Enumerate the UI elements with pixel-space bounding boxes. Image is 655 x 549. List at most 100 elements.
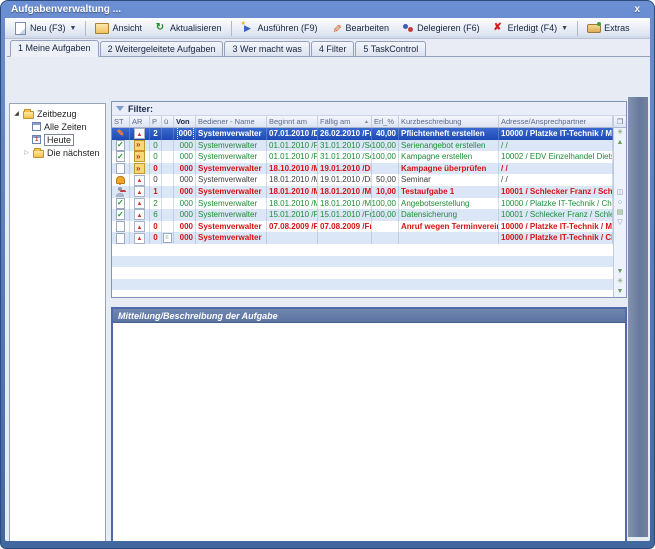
col-header-erl[interactable]: Erl_%	[372, 116, 399, 127]
titlebar[interactable]: Aufgabenverwaltung ... x	[5, 1, 650, 18]
cell-pct	[372, 232, 399, 244]
tab-weitergeleitete-aufgaben[interactable]: 2 Weitergeleitete Aufgaben	[100, 41, 224, 56]
cell-pct: 40,00	[372, 128, 399, 140]
folder-icon	[33, 150, 44, 158]
col-header-u[interactable]: ü	[162, 116, 174, 127]
cell-st	[112, 198, 130, 210]
cell-st	[112, 232, 130, 244]
table-row[interactable]: 1 000 Systemverwalter 18.01.2010 /M 18.0…	[112, 186, 613, 198]
table-body: 2 000 Systemverwalter 07.01.2010 /D 26.0…	[112, 128, 626, 290]
column-chooser-icon[interactable]: ❐	[614, 116, 627, 128]
columns-icon[interactable]: ◫	[617, 188, 624, 198]
cell-name: Systemverwalter	[196, 221, 267, 233]
cell-due: 26.02.2010 /Fr	[318, 128, 372, 140]
table-row[interactable]: 2 000 Systemverwalter 07.01.2010 /D 26.0…	[112, 128, 613, 140]
delegate-button[interactable]: Delegieren (F6)	[395, 20, 485, 37]
scroll-down-icon[interactable]: ▼	[617, 267, 624, 277]
empty-row	[112, 279, 613, 291]
cell-due: 15.01.2010 /Fr	[318, 209, 372, 221]
cell-name: Systemverwalter	[196, 186, 267, 198]
cell-name: Systemverwalter	[196, 209, 267, 221]
empty-row	[112, 244, 613, 256]
message-panel-body[interactable]	[113, 323, 625, 541]
toolbar-separator	[85, 21, 86, 36]
chevron-down-icon[interactable]: ▼	[561, 25, 568, 32]
table-row[interactable]: 0 000 Systemverwalter 01.01.2010 /Fr 31.…	[112, 140, 613, 152]
table-row[interactable]: 0 000 Systemverwalter 10000 / Platzke IT…	[112, 232, 613, 244]
cell-u	[162, 128, 174, 140]
cell-u	[162, 151, 174, 163]
scroll-up-icon[interactable]: ▲	[617, 138, 624, 148]
col-header-adresse[interactable]: Adresse/Ansprechpartner	[499, 116, 613, 127]
table-row[interactable]: 0 000 Systemverwalter 07.08.2009 /Fr 07.…	[112, 221, 613, 233]
cell-pct: 100,00	[372, 140, 399, 152]
filter-row[interactable]: Filter:	[112, 102, 626, 116]
col-header-beginnt[interactable]: Beginnt am	[267, 116, 318, 127]
table-side-strip: ❐ ✳ ▲ ◫ ○ ▤ ▽ ▼ ✳ ▼	[613, 116, 626, 297]
filter-funnel-icon[interactable]: ▽	[617, 218, 622, 228]
table-row[interactable]: 0 000 Systemverwalter 18.01.2010 /M 19.0…	[112, 174, 613, 186]
chart-icon	[134, 198, 145, 208]
col-header-faellig[interactable]: Fällig am▲	[318, 116, 372, 127]
done-button[interactable]: Erledigt (F4) ▼	[486, 20, 573, 37]
table-row[interactable]: 0 000 Systemverwalter 18.10.2010 /M 19.0…	[112, 163, 613, 175]
empty-row	[112, 256, 613, 268]
cell-begin: 18.01.2010 /M	[267, 174, 318, 186]
col-header-bediener[interactable]: Bediener - Name	[196, 116, 267, 127]
expander-open-icon[interactable]: ◢	[13, 110, 20, 117]
tab-wer-macht-was[interactable]: 3 Wer macht was	[224, 41, 309, 56]
cell-due: 07.08.2009 /Fr	[318, 221, 372, 233]
cell-pct: 100,00	[372, 198, 399, 210]
cell-von: 000	[174, 151, 196, 163]
cell-ar	[130, 221, 150, 233]
col-header-ar[interactable]: AR	[130, 116, 150, 127]
right-dock-band	[628, 97, 648, 537]
tree-node-heute[interactable]: Heute	[13, 133, 105, 146]
tree-node-die-naechsten[interactable]: ▷ Die nächsten	[13, 146, 105, 159]
scroll-end-icon[interactable]: ▼	[617, 287, 624, 297]
col-header-p[interactable]: P	[150, 116, 162, 127]
cell-desc: Datensicherung	[399, 209, 499, 221]
toolbar: Neu (F3) ▼ Ansicht Aktualisieren Ausführ…	[5, 18, 650, 39]
close-button[interactable]: x	[630, 4, 644, 15]
toolbar-separator	[231, 21, 232, 36]
new-button[interactable]: Neu (F3) ▼	[8, 20, 81, 37]
view-button[interactable]: Ansicht	[90, 20, 147, 37]
scroll-bottom-icon[interactable]: ✳	[617, 277, 623, 287]
tab-meine-aufgaben[interactable]: 1 Meine Aufgaben	[10, 40, 99, 57]
table-row[interactable]: 2 000 Systemverwalter 18.01.2010 /Mo 18.…	[112, 198, 613, 210]
execute-button[interactable]: Ausführen (F9)	[236, 20, 323, 37]
table-row[interactable]: 6 000 Systemverwalter 15.01.2010 /Fr 15.…	[112, 209, 613, 221]
expander-closed-icon[interactable]: ▷	[23, 149, 30, 156]
refresh-button-label: Aktualisieren	[170, 23, 222, 33]
scroll-top-icon[interactable]: ✳	[617, 128, 623, 138]
table-row[interactable]: 0 000 Systemverwalter 01.01.2010 /Fr 31.…	[112, 151, 613, 163]
cell-name: Systemverwalter	[196, 128, 267, 140]
cell-st	[112, 209, 130, 221]
cell-desc: Seminar	[399, 174, 499, 186]
cell-due: 31.01.2010 /So	[318, 140, 372, 152]
cell-name: Systemverwalter	[196, 151, 267, 163]
extras-button[interactable]: Extras	[582, 20, 635, 37]
cell-begin: 01.01.2010 /Fr	[267, 140, 318, 152]
tree-node-alle-zeiten[interactable]: Alle Zeiten	[13, 120, 105, 133]
cell-u	[162, 198, 174, 210]
check-icon	[115, 210, 126, 220]
list-icon[interactable]: ▤	[617, 208, 624, 218]
col-header-von[interactable]: Von	[174, 116, 196, 127]
tree-node-zeitbezug[interactable]: ◢ Zeitbezug	[13, 107, 105, 120]
refresh-button[interactable]: Aktualisieren	[148, 20, 227, 37]
refresh-icon	[153, 22, 167, 35]
cell-addr: 10000 / Platzke IT-Technik / Chemnitz	[499, 232, 613, 244]
cell-st	[112, 163, 130, 175]
edit-button[interactable]: Bearbeiten	[324, 20, 395, 37]
cell-st	[112, 140, 130, 152]
tab-taskcontrol[interactable]: 5 TaskControl	[355, 41, 426, 56]
search-icon[interactable]: ○	[618, 198, 622, 208]
person-icon	[115, 187, 126, 197]
cell-st	[112, 128, 130, 140]
col-header-kurzbeschreibung[interactable]: Kurzbeschreibung	[399, 116, 499, 127]
tab-filter[interactable]: 4 Filter	[311, 41, 355, 56]
col-header-st[interactable]: ST	[112, 116, 130, 127]
chevron-down-icon[interactable]: ▼	[70, 25, 77, 32]
